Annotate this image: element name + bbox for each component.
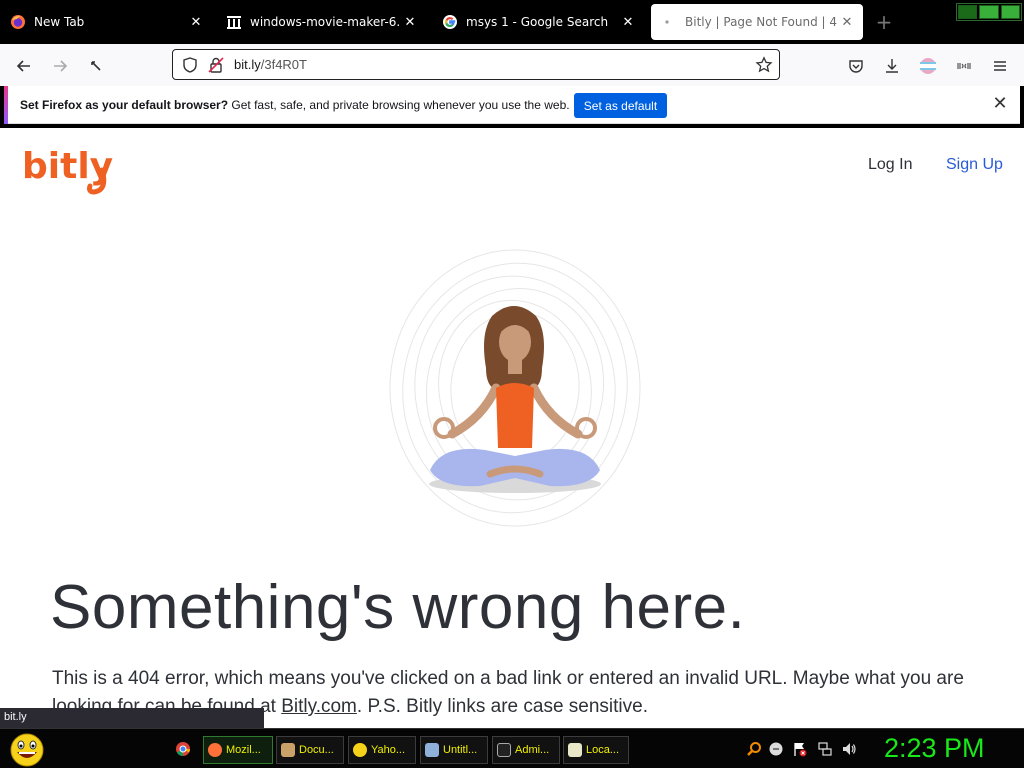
url-text[interactable]: bit.ly/3f4R0T	[234, 57, 307, 72]
error-description-tail: . P.S. Bitly links are case sensitive.	[356, 696, 648, 717]
close-tab-icon[interactable]: ✕	[400, 12, 420, 32]
pocket-button[interactable]	[842, 52, 870, 80]
command-prompt-icon	[497, 743, 511, 757]
start-button[interactable]	[8, 732, 46, 768]
tab-title: New Tab	[34, 15, 85, 29]
taskbar-item-label: Admi...	[515, 744, 550, 756]
taskbar-item-label: Loca...	[586, 744, 620, 756]
download-icon	[886, 59, 898, 73]
google-icon	[442, 14, 458, 30]
log-in-link[interactable]: Log In	[868, 156, 912, 174]
paint-icon	[425, 743, 439, 757]
extension-icon	[957, 63, 971, 69]
taskbar-item-label: Yaho...	[371, 744, 406, 756]
back-button[interactable]	[10, 52, 38, 80]
taskbar-item-label: Mozil...	[226, 744, 261, 756]
arrow-left-icon	[16, 60, 30, 72]
action-center-flag-icon[interactable]	[792, 741, 808, 757]
taskbar-clock[interactable]: 2:23 PM	[884, 733, 985, 764]
taskbar-item-paint[interactable]: Untitl...	[420, 736, 488, 764]
tab-title: windows-movie-maker-6.0 d	[250, 15, 400, 29]
notepad-icon	[568, 743, 582, 757]
messenger-tray-icon[interactable]	[768, 741, 784, 757]
account-avatar-icon	[920, 58, 936, 74]
network-icon[interactable]	[817, 741, 833, 757]
tab-new-tab[interactable]: New Tab ✕	[0, 4, 212, 40]
notification-detail: Get fast, safe, and private browsing whe…	[228, 98, 570, 112]
tab-bitly-active[interactable]: Bitly | Page Not Found | 404 ✕	[651, 4, 863, 40]
insecure-lock-icon[interactable]	[207, 56, 225, 78]
taskbar: Mozil... Docu... Yaho... Untitl... Admi.…	[0, 728, 1024, 768]
sign-up-link[interactable]: Sign Up	[946, 156, 1003, 174]
error-heading: Something's wrong here.	[50, 573, 746, 642]
yahoo-messenger-icon	[353, 743, 367, 757]
default-browser-notification: Set Firefox as your default browser? Get…	[4, 86, 1020, 124]
smiley-start-icon	[10, 733, 44, 767]
window-controls[interactable]	[956, 3, 1022, 21]
extension-button[interactable]	[950, 52, 978, 80]
notification-question: Set Firefox as your default browser?	[20, 98, 229, 112]
tab-movie-maker[interactable]: windows-movie-maker-6.0 d ✕	[216, 4, 426, 40]
address-bar[interactable]: bit.ly/3f4R0T	[172, 49, 780, 80]
taskbar-item-documents[interactable]: Docu...	[276, 736, 344, 764]
status-url-tooltip: bit.ly	[0, 708, 264, 728]
hamburger-menu-icon	[994, 61, 1006, 71]
taskbar-item-firefox[interactable]: Mozil...	[203, 736, 273, 764]
document-icon	[281, 743, 295, 757]
tab-title: Bitly | Page Not Found | 404	[685, 15, 837, 29]
bitly-home-link[interactable]: Bitly.com	[281, 696, 357, 717]
new-tab-button[interactable]: +	[874, 12, 894, 32]
notification-accent	[4, 86, 8, 124]
firefox-icon	[208, 743, 222, 757]
arrow-right-icon	[54, 60, 68, 72]
taskbar-item-yahoo[interactable]: Yaho...	[348, 736, 416, 764]
pocket-icon	[849, 60, 863, 73]
taskbar-item-label: Docu...	[299, 744, 334, 756]
url-host: bit.ly	[234, 57, 261, 72]
page-content: bitly Log In Sign Up Something's wrong h…	[0, 128, 1024, 728]
notification-message: Set Firefox as your default browser? Get…	[20, 98, 570, 112]
bitly-logo[interactable]: bitly	[22, 140, 118, 196]
forward-button[interactable]	[46, 52, 74, 80]
shield-icon[interactable]	[181, 56, 199, 78]
set-as-default-button[interactable]: Set as default	[574, 93, 667, 118]
close-tab-icon[interactable]: ✕	[618, 12, 638, 32]
close-tab-icon[interactable]: ✕	[837, 12, 857, 32]
taskbar-item-cmd[interactable]: Admi...	[492, 736, 560, 764]
logo-wordmark: bitly	[22, 146, 113, 187]
archive-icon	[226, 14, 242, 30]
tab-strip: New Tab ✕ windows-movie-maker-6.0 d ✕ ms…	[0, 0, 1024, 44]
bookmark-star-icon[interactable]	[755, 56, 773, 78]
taskbar-item-notepad[interactable]: Loca...	[563, 736, 629, 764]
tab-google-search[interactable]: msys 1 - Google Search ✕	[432, 4, 644, 40]
search-icon[interactable]	[746, 741, 762, 757]
close-notification-icon[interactable]: ✕	[990, 94, 1010, 114]
taskbar-item-label: Untitl...	[443, 744, 478, 756]
stop-icon	[91, 61, 101, 71]
navigation-toolbar: bit.ly/3f4R0T	[0, 44, 1024, 86]
account-button[interactable]	[914, 52, 942, 80]
meditation-illustration	[380, 238, 650, 528]
menu-button[interactable]	[986, 52, 1014, 80]
url-path: /3f4R0T	[260, 57, 307, 72]
firefox-icon	[10, 14, 26, 30]
tab-title: msys 1 - Google Search	[466, 15, 609, 29]
downloads-button[interactable]	[878, 52, 906, 80]
screen: New Tab ✕ windows-movie-maker-6.0 d ✕ ms…	[0, 0, 1024, 768]
close-tab-icon[interactable]: ✕	[186, 12, 206, 32]
stop-loading-button[interactable]	[82, 52, 110, 80]
volume-icon[interactable]	[841, 741, 857, 757]
chrome-quicklaunch-icon[interactable]	[175, 741, 191, 757]
loading-dot-icon	[661, 14, 677, 30]
